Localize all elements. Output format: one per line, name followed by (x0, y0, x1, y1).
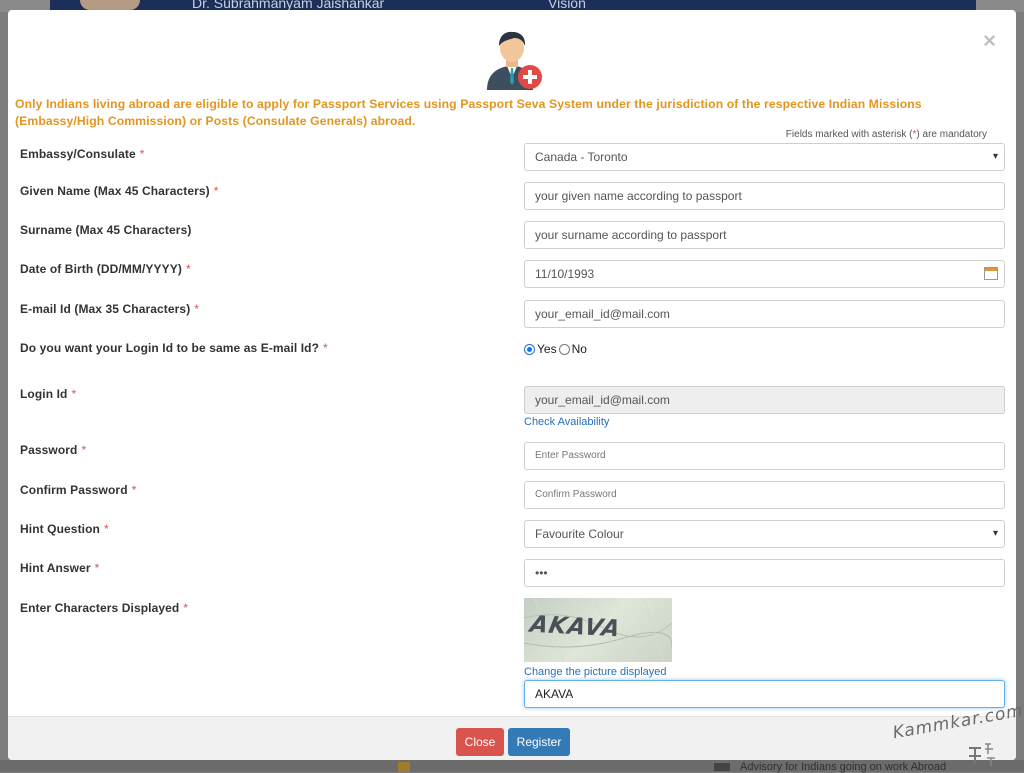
captcha-image: AKAVA (524, 598, 672, 662)
hint-question-select[interactable]: Favourite Colour ▾ (524, 520, 1005, 548)
same-login-yes-radio[interactable] (524, 343, 535, 355)
background-thumbnail (398, 762, 410, 772)
captcha-input[interactable]: AKAVA (524, 680, 1005, 708)
confirm-password-input[interactable]: Confirm Password (524, 481, 1005, 509)
registration-modal: × Only Indians living abroad are eligibl… (8, 10, 1016, 760)
calendar-icon[interactable] (984, 267, 998, 280)
hint-answer-input[interactable]: ••• (524, 559, 1005, 587)
password-label: Password * (20, 443, 87, 457)
surname-label: Surname (Max 45 Characters) (20, 223, 192, 237)
given-name-label: Given Name (Max 45 Characters) * (20, 184, 219, 198)
background-bottom-link: Advisory for Indians going on work Abroa… (740, 761, 947, 773)
confirm-password-label: Confirm Password * (20, 483, 137, 497)
same-login-yes-label: Yes (537, 342, 557, 356)
eligibility-notice: Only Indians living abroad are eligible … (15, 97, 922, 128)
dob-input[interactable]: 11/10/1993 (524, 260, 1005, 288)
surname-input[interactable]: your surname according to passport (524, 221, 1005, 249)
register-button[interactable]: Register (508, 728, 570, 756)
background-icon (714, 763, 730, 771)
close-icon[interactable]: × (983, 30, 996, 52)
login-id-label: Login Id * (20, 387, 77, 401)
captcha-text: AKAVA (527, 611, 624, 643)
login-id-input[interactable]: your_email_id@mail.com (524, 386, 1005, 414)
email-input[interactable]: your_email_id@mail.com (524, 300, 1005, 328)
given-name-input[interactable]: your given name according to passport (524, 182, 1005, 210)
same-login-no-label: No (571, 342, 587, 356)
embassy-label: Embassy/Consulate * (20, 147, 145, 161)
chevron-down-icon: ▾ (992, 528, 998, 539)
captcha-label: Enter Characters Displayed * (20, 601, 189, 615)
hint-question-label: Hint Question * (20, 522, 109, 536)
close-button[interactable]: Close (456, 728, 504, 756)
chevron-down-icon: ▾ (992, 151, 998, 162)
check-availability-link[interactable]: Check Availability (524, 416, 609, 428)
same-login-no-radio[interactable] (558, 343, 570, 355)
password-input[interactable]: Enter Password (524, 442, 1005, 470)
watermark-logo-icon (969, 743, 995, 766)
email-label: E-mail Id (Max 35 Characters) * (20, 302, 200, 316)
same-login-radio-group: Yes No (524, 342, 587, 356)
embassy-select[interactable]: Canada - Toronto ▾ (524, 143, 1005, 171)
background-photo (80, 0, 140, 10)
mandatory-fields-note: Fields marked with asterisk (*) are mand… (785, 129, 987, 140)
background-banner (50, 0, 976, 10)
modal-footer: Close Register (8, 716, 1016, 760)
change-picture-link[interactable]: Change the picture displayed (524, 666, 666, 678)
same-login-label: Do you want your Login Id to be same as … (20, 341, 328, 355)
dob-label: Date of Birth (DD/MM/YYYY) * (20, 262, 191, 276)
hint-answer-label: Hint Answer * (20, 561, 100, 575)
user-add-icon (487, 31, 542, 90)
